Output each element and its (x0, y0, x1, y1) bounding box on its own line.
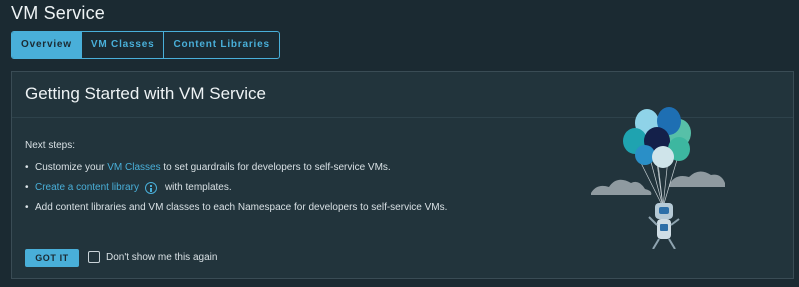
step-text-prefix: Customize your (35, 162, 108, 173)
step-text: Add content libraries and VM classes to … (35, 202, 448, 213)
bullet: • (25, 162, 29, 173)
tab-bar: Overview VM Classes Content Libraries (11, 31, 280, 59)
step-customize-vm-classes: • Customize your VM Classes to set guard… (25, 158, 447, 178)
step-create-library: • Create a content library with template… (25, 178, 447, 198)
card-title: Getting Started with VM Service (25, 84, 266, 103)
step-text-suffix: with templates. (164, 182, 232, 193)
tab-content-libraries[interactable]: Content Libraries (164, 32, 278, 58)
dont-show-again-label: Don't show me this again (106, 251, 218, 263)
info-icon[interactable] (144, 182, 157, 194)
getting-started-card: Getting Started with VM Service Next ste… (11, 71, 794, 279)
tab-vm-classes[interactable]: VM Classes (82, 32, 165, 58)
bullet: • (25, 182, 29, 193)
checkbox-icon[interactable] (88, 251, 100, 263)
tab-overview[interactable]: Overview (12, 32, 82, 58)
balloon-robot-illustration (591, 107, 725, 249)
steps-list: • Customize your VM Classes to set guard… (25, 158, 447, 218)
vm-classes-link[interactable]: VM Classes (107, 161, 160, 175)
create-content-library-link[interactable]: Create a content library (35, 181, 139, 195)
step-text-suffix: to set guardrails for developers to self… (160, 162, 391, 173)
page-title: VM Service (11, 3, 106, 23)
bullet: • (25, 202, 29, 213)
dont-show-again-checkbox[interactable]: Don't show me this again (88, 251, 217, 263)
got-it-button[interactable]: GOT IT (25, 249, 79, 267)
step-add-to-namespace: • Add content libraries and VM classes t… (25, 198, 447, 218)
next-steps-label: Next steps: (25, 140, 76, 151)
